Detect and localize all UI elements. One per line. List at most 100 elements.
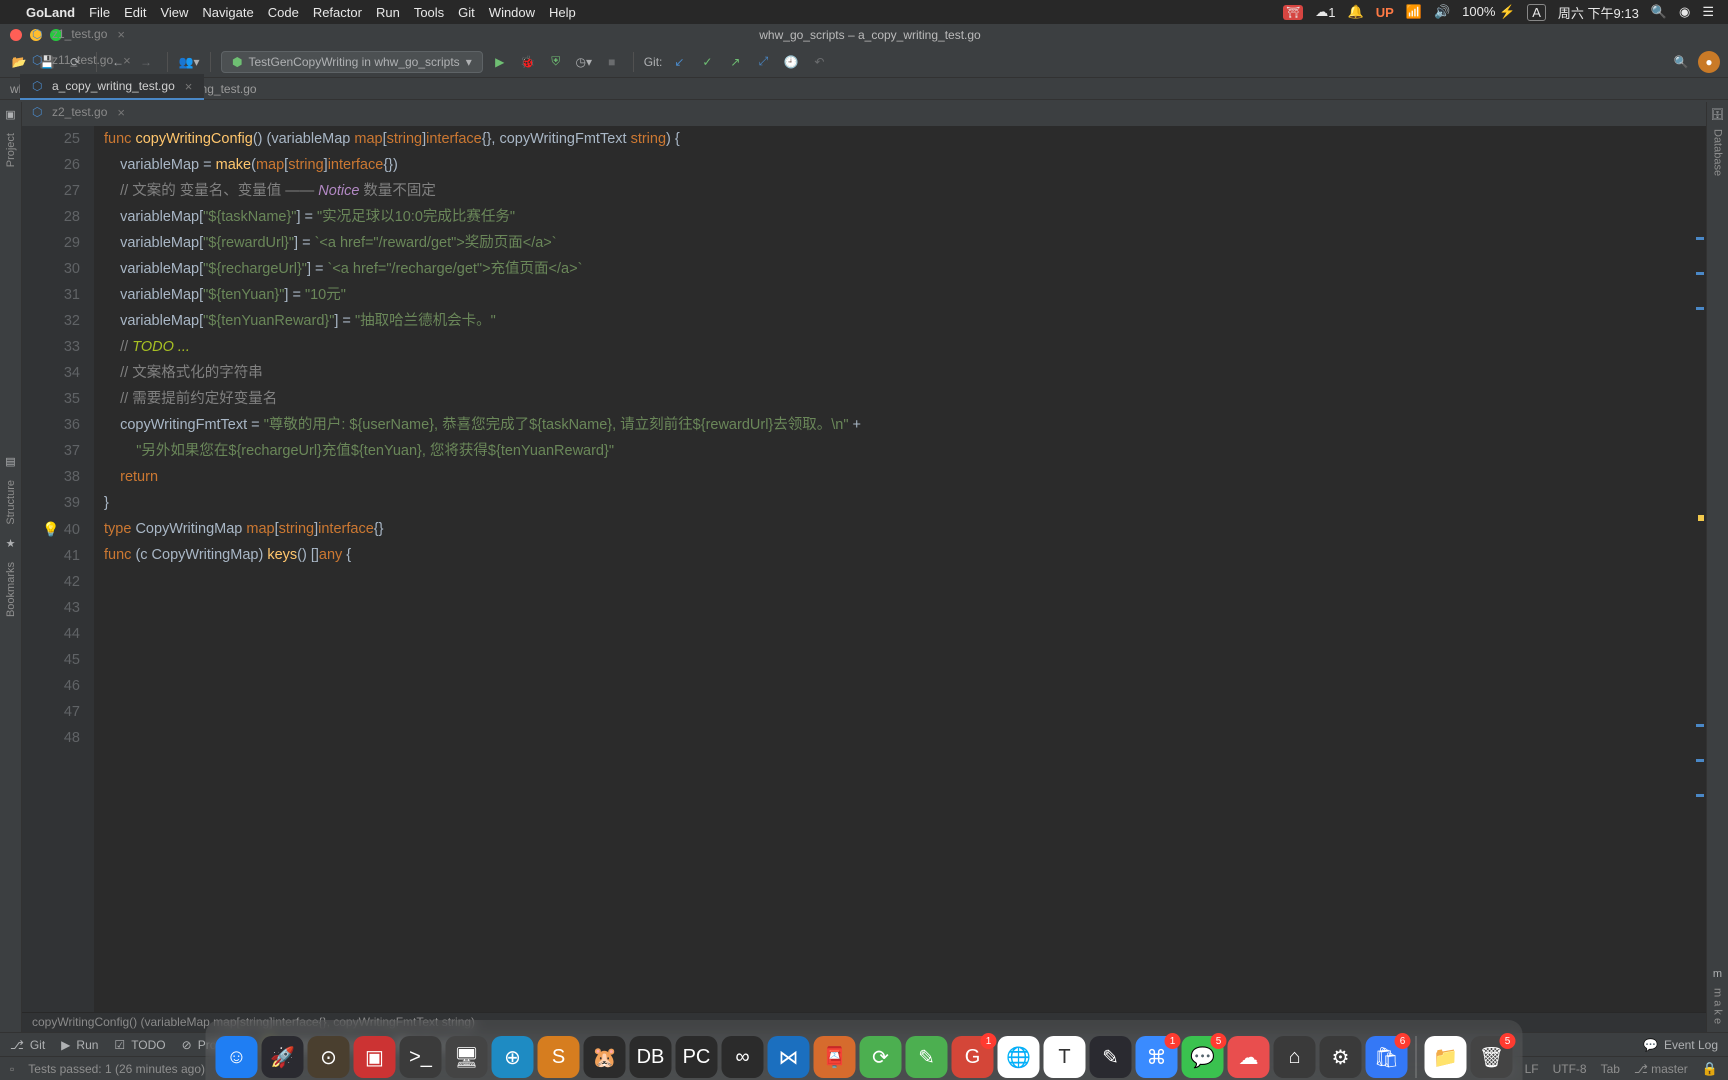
dock-notes-icon[interactable]: ✎ [1090,1036,1132,1078]
file-encoding[interactable]: UTF-8 [1553,1062,1587,1076]
error-stripe[interactable] [1694,150,1704,1020]
wifi-icon[interactable]: 📶 [1406,4,1422,20]
siri-icon[interactable]: ◉ [1679,4,1690,20]
vcs-history-icon[interactable]: ⤢ [752,51,774,73]
vcs-commit-icon[interactable]: ✓ [696,51,718,73]
run-configuration-selector[interactable]: ⬢ TestGenCopyWriting in whw_go_scripts ▾ [221,51,483,73]
spotlight-icon[interactable]: 🔍 [1651,4,1667,20]
editor-tab[interactable]: ⬡z1_test.go× [20,22,204,48]
volume-icon[interactable]: 🔊 [1434,4,1450,20]
make-tool-label[interactable]: m a k e [1712,988,1724,1024]
dock-app-o-icon[interactable]: ⊙ [308,1036,350,1078]
status-indicator-icon[interactable]: ⛩ [1283,5,1303,20]
editor-content[interactable]: func copyWritingConfig() (variableMap ma… [94,126,1706,1032]
status-icon[interactable]: ▫ [10,1062,14,1076]
indent-setting[interactable]: Tab [1601,1062,1620,1076]
project-tool-icon[interactable]: ▣ [5,108,15,121]
menu-window[interactable]: Window [489,5,535,20]
dock-launchpad-icon[interactable]: 🚀 [262,1036,304,1078]
coverage-button[interactable]: ⛨ [545,51,567,73]
database-tool-icon[interactable]: 🗄 [1711,108,1725,121]
menu-run[interactable]: Run [376,5,400,20]
dock-feishu-icon[interactable]: ⌘1 [1136,1036,1178,1078]
intention-bulb-icon[interactable]: 💡 [42,521,59,537]
right-tool-rail[interactable]: 🗄 Database m m a k e [1706,102,1728,1032]
forward-icon[interactable]: → [135,51,157,73]
app-name[interactable]: GoLand [26,5,75,20]
vcs-update-icon[interactable]: ↙ [668,51,690,73]
line-separator[interactable]: LF [1525,1062,1539,1076]
menu-view[interactable]: View [160,5,188,20]
ime-indicator[interactable]: A [1527,4,1546,21]
make-tool-icon[interactable]: m [1713,968,1722,980]
bookmarks-tool-icon[interactable]: ★ [6,537,16,550]
dock-vscode-icon[interactable]: ⋈ [768,1036,810,1078]
clock[interactable]: 周六 下午9:13 [1558,3,1639,22]
menu-help[interactable]: Help [549,5,576,20]
close-tab-icon[interactable]: × [185,79,193,94]
left-tool-rail[interactable]: ▣ Project ▤ Structure ★ Bookmarks [0,102,22,1032]
dock-app-blue-icon[interactable]: ⊕ [492,1036,534,1078]
dock-finder-icon[interactable]: ☺ [216,1036,258,1078]
dock-datagrip-icon[interactable]: DB [630,1036,672,1078]
menu-file[interactable]: File [89,5,110,20]
menu-git[interactable]: Git [458,5,475,20]
network-up-icon[interactable]: UP [1376,5,1394,20]
editor-gutter[interactable]: 252627282930313233343536373839💡 40414243… [22,126,94,1032]
dock-postman-icon[interactable]: 📮 [814,1036,856,1078]
cloud-icon[interactable]: ☁ 1 [1315,4,1335,20]
dock-goland-icon[interactable]: 🐹 [584,1036,626,1078]
todo-tool-button[interactable]: ☑TODO [114,1038,165,1052]
menu-navigate[interactable]: Navigate [202,5,253,20]
lock-icon[interactable]: 🔒 [1702,1061,1718,1077]
run-tool-button[interactable]: ▶Run [61,1038,98,1052]
dock-snip-icon[interactable]: ⟳ [860,1036,902,1078]
editor-tab[interactable]: ⬡z2_test.go× [20,100,204,126]
tests-status[interactable]: Tests passed: 1 (26 minutes ago) [28,1062,205,1076]
mac-menubar[interactable]: GoLand File Edit View Navigate Code Refactor R… [0,0,1728,24]
dock-app-red-icon[interactable]: ▣ [354,1036,396,1078]
menu-tools[interactable]: Tools [414,5,444,20]
dock-gmail-icon[interactable]: G1 [952,1036,994,1078]
close-tab-icon[interactable]: × [117,105,125,120]
dock-downloads-folder-icon[interactable]: 📁 [1425,1036,1467,1078]
dock-terminal-icon[interactable]: >_ [400,1036,442,1078]
dock-trash-icon[interactable]: 🗑5 [1471,1036,1513,1078]
editor-tab[interactable]: ⬡z11_test.go× [20,48,204,74]
dock-chrome-icon[interactable]: 🌐 [998,1036,1040,1078]
profile-button[interactable]: ◷▾ [573,51,595,73]
search-everywhere-icon[interactable]: 🔍 [1670,51,1692,73]
database-tool-label[interactable]: Database [1712,129,1724,176]
editor-tab[interactable]: ⬡a_copy_writing_test.go× [20,74,204,100]
dock-pycharm-icon[interactable]: PC [676,1036,718,1078]
dock-netease-icon[interactable]: ☁ [1228,1036,1270,1078]
stop-button[interactable]: ■ [601,51,623,73]
git-branch[interactable]: ⎇ master [1634,1062,1688,1076]
dock-sublime-icon[interactable]: S [538,1036,580,1078]
dock-appstore-icon[interactable]: 🛍6 [1366,1036,1408,1078]
dock-app-lem-icon[interactable]: ∞ [722,1036,764,1078]
dock-home-icon[interactable]: ⌂ [1274,1036,1316,1078]
dock-typora-icon[interactable]: T [1044,1036,1086,1078]
vcs-undo-icon[interactable]: ↶ [808,51,830,73]
git-tool-button[interactable]: ⎇Git [10,1038,45,1052]
dock-excel-icon[interactable]: ✎ [906,1036,948,1078]
dock-activity-icon[interactable]: 🖥 [446,1036,488,1078]
menu-code[interactable]: Code [268,5,299,20]
close-tab-icon[interactable]: × [123,53,131,68]
notification-icon[interactable]: 🔔 [1348,4,1364,20]
close-tab-icon[interactable]: × [117,27,125,42]
debug-button[interactable]: 🐞 [517,51,539,73]
control-center-icon[interactable]: ☰ [1702,4,1714,20]
vcs-clock-icon[interactable]: 🕘 [780,51,802,73]
event-log-button[interactable]: 💬Event Log [1643,1038,1718,1052]
menu-refactor[interactable]: Refactor [313,5,362,20]
menu-edit[interactable]: Edit [124,5,146,20]
account-avatar[interactable]: ● [1698,51,1720,73]
vcs-push-icon[interactable]: ↗ [724,51,746,73]
structure-tool-icon[interactable]: ▤ [5,455,15,468]
run-button[interactable]: ▶ [489,51,511,73]
structure-tool-label[interactable]: Structure [5,480,17,525]
macos-dock[interactable]: ☺🚀⊙▣>_🖥⊕S🐹DBPC∞⋈📮⟳✎G1🌐T✎⌘1💬5☁⌂⚙🛍6📁🗑5 [206,1020,1523,1080]
dock-wechat-icon[interactable]: 💬5 [1182,1036,1224,1078]
